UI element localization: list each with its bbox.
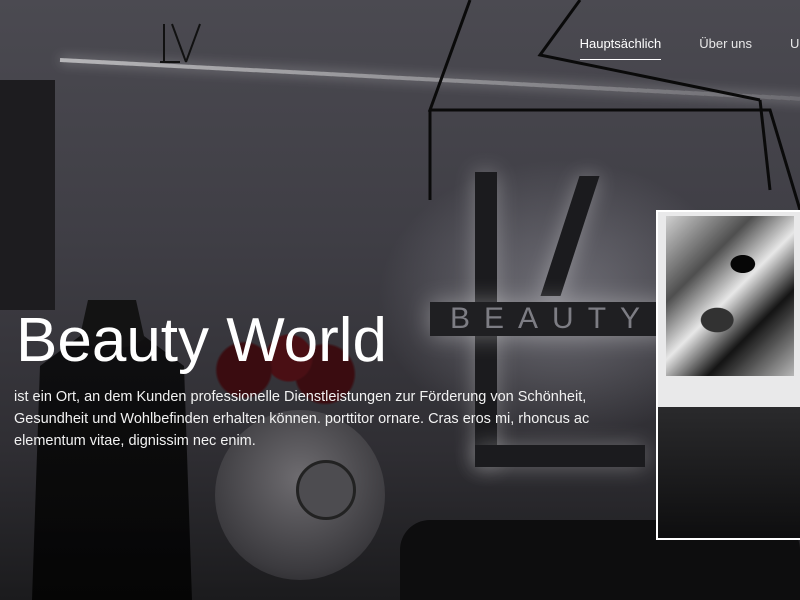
abstract-painting bbox=[666, 216, 794, 376]
hero-title: Beauty World bbox=[16, 306, 388, 375]
nav-item-uber-uns[interactable]: Über uns bbox=[699, 36, 752, 60]
nav-item-hauptsachlich[interactable]: Hauptsächlich bbox=[579, 36, 662, 60]
main-nav: Hauptsächlich Über uns U bbox=[579, 36, 800, 60]
hero-description: ist ein Ort, an dem Kunden professionell… bbox=[14, 389, 590, 449]
disc-logo-icon bbox=[296, 460, 356, 520]
wall-sign-bar: BEAUTY W bbox=[430, 302, 670, 336]
hero-background: BEAUTY W bbox=[0, 0, 800, 600]
ceiling-light-strip bbox=[59, 58, 800, 102]
nav-item-clipped[interactable]: U bbox=[790, 36, 800, 60]
card-sofa bbox=[658, 407, 800, 538]
image-card bbox=[656, 210, 800, 540]
lv-monogram-icon[interactable] bbox=[158, 22, 204, 64]
left-doorway bbox=[0, 80, 55, 310]
wall-sign-v bbox=[540, 176, 600, 296]
